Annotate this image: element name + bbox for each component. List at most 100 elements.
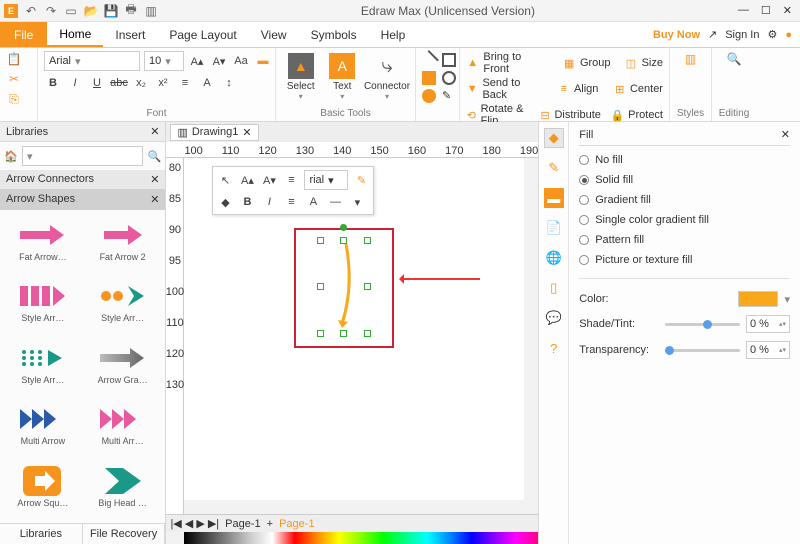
connector-tool[interactable]: ⤷Connector▾ <box>365 51 409 101</box>
float-italic-button[interactable]: I <box>260 193 278 211</box>
libraries-close-icon[interactable]: ✕ <box>150 125 159 138</box>
filled-circle-icon[interactable] <box>422 89 436 103</box>
strike-button[interactable]: abc <box>110 74 128 92</box>
radio-no-fill[interactable]: No fill <box>579 154 790 166</box>
shape-item[interactable]: Multi Arr… <box>84 398 162 457</box>
file-menu[interactable]: File <box>0 22 47 47</box>
line-panel-icon[interactable]: ✎ <box>544 158 564 178</box>
italic-button[interactable]: I <box>66 74 84 92</box>
select-tool[interactable]: ▲Select▾ <box>282 51 320 101</box>
cut-icon[interactable]: ✂ <box>6 71 22 87</box>
copy-icon[interactable]: ⎘ <box>6 91 22 107</box>
float-select-icon[interactable]: ↖ <box>216 171 234 189</box>
float-inc-font-icon[interactable]: A▴ <box>238 171 256 189</box>
canvas-page[interactable]: ↖A▴A▾≡rial▾✎ ◆BI≡A—▾ <box>184 158 524 500</box>
shade-slider[interactable] <box>665 323 740 326</box>
color-swatch[interactable] <box>738 291 778 307</box>
radio-pattern-fill[interactable]: Pattern fill <box>579 234 790 246</box>
tab-page-layout[interactable]: Page Layout <box>157 22 248 47</box>
page-panel-icon[interactable]: 📄 <box>544 218 564 238</box>
fill-panel-icon[interactable]: ◆ <box>544 128 564 148</box>
font-size-select[interactable]: 10▾ <box>144 51 184 71</box>
help-icon[interactable]: ● <box>785 29 792 41</box>
float-align-icon[interactable]: ≡ <box>282 193 300 211</box>
selection-handles[interactable] <box>320 240 368 334</box>
undo-icon[interactable]: ↶ <box>24 4 38 18</box>
tab-home[interactable]: Home <box>47 22 103 47</box>
add-page-button[interactable]: + <box>267 518 273 530</box>
group-icon[interactable]: ▦ <box>563 56 576 70</box>
shape-panel-icon[interactable]: ▬ <box>544 188 564 208</box>
gear-icon[interactable]: ⚙ <box>767 28 777 41</box>
help-panel-icon[interactable]: ? <box>544 338 564 358</box>
open-icon[interactable]: 📂 <box>84 4 98 18</box>
float-bullets-icon[interactable]: ≡ <box>282 171 300 189</box>
tab-view[interactable]: View <box>249 22 299 47</box>
shape-item[interactable]: Big Head … <box>84 460 162 519</box>
shape-item[interactable]: Fat Arrow… <box>4 214 82 273</box>
tab-symbols[interactable]: Symbols <box>299 22 369 47</box>
center-icon[interactable]: ⊞ <box>614 82 626 96</box>
print-icon[interactable]: 🖶 <box>124 4 138 18</box>
libraries-tab[interactable]: Libraries <box>0 524 83 544</box>
circle-shape-icon[interactable] <box>442 71 456 85</box>
align-icon[interactable]: ≡ <box>558 82 570 96</box>
radio-single-gradient[interactable]: Single color gradient fill <box>579 214 790 226</box>
pencil-icon[interactable]: ✎ <box>442 89 456 103</box>
shape-item[interactable]: Style Arr… <box>4 337 82 396</box>
category-arrow-shapes[interactable]: Arrow Shapes✕ <box>0 190 165 210</box>
paste-icon[interactable]: 📋 <box>6 51 22 67</box>
send-back-icon[interactable]: ▼ <box>466 82 478 96</box>
page-tab-active[interactable]: Page-1 <box>279 518 314 530</box>
filled-rect-icon[interactable] <box>422 71 436 85</box>
maximize-button[interactable]: ☐ <box>761 4 771 17</box>
line-shape-icon[interactable] <box>419 50 439 70</box>
font-family-select[interactable]: Arial▾ <box>44 51 140 71</box>
float-line-icon[interactable]: — <box>326 193 344 211</box>
export-icon[interactable]: ▥ <box>144 4 158 18</box>
change-case-icon[interactable]: Aa <box>232 52 250 70</box>
transparency-value[interactable]: 0 %▴▾ <box>746 341 790 359</box>
page-tab-1[interactable]: Page-1 <box>225 518 260 530</box>
rect-shape-icon[interactable] <box>442 53 456 67</box>
shape-item[interactable]: Arrow Squ… <box>4 460 82 519</box>
underline-button[interactable]: U <box>88 74 106 92</box>
close-button[interactable]: ✕ <box>783 4 792 17</box>
radio-solid-fill[interactable]: Solid fill <box>579 174 790 186</box>
bold-button[interactable]: B <box>44 74 62 92</box>
doc-close-icon[interactable]: ✕ <box>242 126 251 139</box>
shape-item[interactable]: Style Arr… <box>4 275 82 334</box>
float-dec-font-icon[interactable]: A▾ <box>260 171 278 189</box>
subscript-button[interactable]: x₂ <box>132 74 150 92</box>
float-bold-button[interactable]: B <box>238 193 256 211</box>
float-brush-icon[interactable]: ✎ <box>352 171 370 189</box>
comment-panel-icon[interactable]: 💬 <box>544 308 564 328</box>
document-tab[interactable]: ▥Drawing1✕ <box>170 124 258 141</box>
fill-panel-close-icon[interactable]: ✕ <box>781 128 790 141</box>
home-icon[interactable]: 🏠 <box>4 149 18 163</box>
library-category-select[interactable]: ▾ <box>22 146 143 166</box>
layers-panel-icon[interactable]: ▯ <box>544 278 564 298</box>
floating-toolbar[interactable]: ↖A▴A▾≡rial▾✎ ◆BI≡A—▾ <box>212 166 374 215</box>
protect-icon[interactable]: 🔒 <box>610 108 624 122</box>
text-tool[interactable]: AText▾ <box>324 51 362 101</box>
shape-item[interactable]: Fat Arrow 2 <box>84 214 162 273</box>
search-icon[interactable]: 🔍 <box>147 149 161 163</box>
float-more-icon[interactable]: ▾ <box>348 193 366 211</box>
spacing-icon[interactable]: ↕ <box>220 74 238 92</box>
color-palette-bar[interactable] <box>184 532 538 544</box>
float-color-icon[interactable]: A <box>304 193 322 211</box>
shape-item[interactable]: Style Arr… <box>84 275 162 334</box>
radio-gradient-fill[interactable]: Gradient fill <box>579 194 790 206</box>
minimize-button[interactable]: — <box>738 4 749 17</box>
bullets-icon[interactable]: ≡ <box>176 74 194 92</box>
tab-insert[interactable]: Insert <box>103 22 157 47</box>
redo-icon[interactable]: ↷ <box>44 4 58 18</box>
styles-icon[interactable]: ▥ <box>683 51 699 67</box>
distribute-icon[interactable]: ⊟ <box>540 108 551 122</box>
superscript-button[interactable]: x² <box>154 74 172 92</box>
rotate-icon[interactable]: ⟲ <box>466 108 477 122</box>
editing-icon[interactable]: 🔍 <box>726 51 742 67</box>
increase-font-icon[interactable]: A▴ <box>188 52 206 70</box>
new-icon[interactable]: ▭ <box>64 4 78 18</box>
